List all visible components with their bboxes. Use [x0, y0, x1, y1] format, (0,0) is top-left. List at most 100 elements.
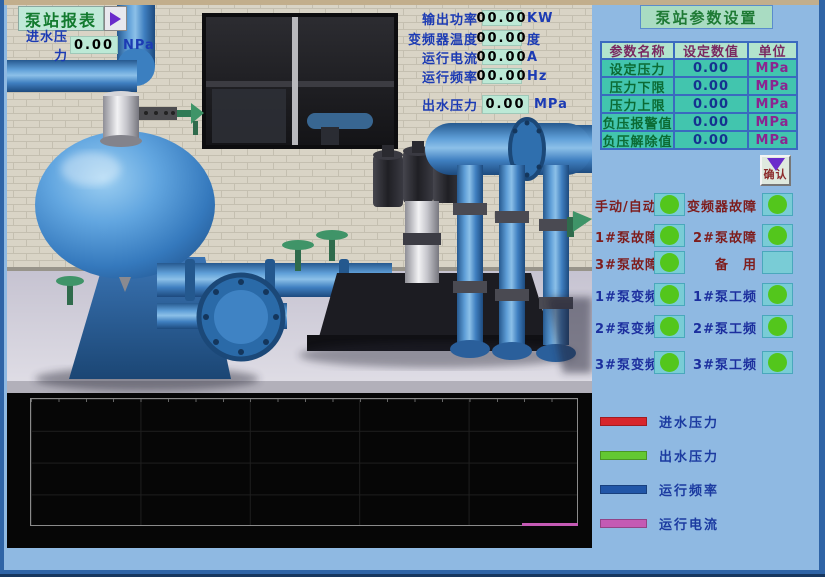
pump2-mains-label: 2#泵工频 [687, 318, 757, 337]
pump2-mains-lamp [762, 315, 793, 338]
outlet-pressure-row: 出水压力 0.00 MPa [422, 95, 568, 113]
pump2-fault-label: 2#泵故障 [687, 227, 757, 246]
lamp-on [660, 317, 679, 336]
outlet-pressure-value: 0.00 [482, 95, 529, 114]
legend-item: 运行频率 [600, 481, 719, 497]
legend-swatch-inlet [600, 417, 647, 426]
legend-label: 进水压力 [659, 412, 719, 431]
param-name: 压力上限 [601, 95, 674, 113]
legend-item: 出水压力 [600, 447, 719, 463]
legend-item: 运行电流 [600, 515, 719, 531]
status-row: 1#泵故障 2#泵故障 [595, 224, 797, 247]
inlet-pressure-label: 进水压力 [14, 26, 68, 64]
lamp-on [660, 285, 679, 304]
pump2-vfd-lamp [654, 315, 685, 338]
legend-swatch-outlet [600, 451, 647, 460]
pump3-mains-label: 3#泵工频 [687, 354, 757, 373]
outlet-pressure-unit: MPa [534, 97, 568, 112]
pump1-vfd-label: 1#泵变频 [595, 286, 651, 305]
status-row: 3#泵变频 3#泵工频 [595, 351, 797, 374]
top-frame-strip [0, 0, 825, 5]
param-value-field[interactable]: 0.00 [674, 77, 748, 95]
vfd-temp-label: 变频器温度 [395, 29, 478, 48]
pump-body-stainless [403, 201, 441, 283]
param-name: 压力下限 [601, 77, 674, 95]
inlet-pressure-value: 0.00 [70, 36, 118, 54]
trend-plot-area [30, 398, 578, 526]
spare-label: 备 用 [687, 254, 757, 273]
output-power-value: 00.00 [482, 10, 522, 26]
pump1-fault-label: 1#泵故障 [595, 227, 651, 246]
param-table-header: 设定数值 [674, 42, 748, 59]
param-value-field[interactable]: 0.00 [674, 131, 748, 149]
pump1-mains-lamp [762, 283, 793, 306]
manual-auto-label: 手动/自动 [595, 196, 651, 215]
confirm-button[interactable]: 确认 [760, 155, 791, 186]
pump1-vfd-lamp [654, 283, 685, 306]
readout-row: 运行电流 00.00 A [395, 48, 538, 66]
run-current-value: 00.00 [482, 49, 522, 65]
lamp-on [768, 285, 787, 304]
pump3-vfd-label: 3#泵变频 [595, 354, 651, 373]
spare-lamp-empty [762, 251, 793, 274]
pump3-fault-label: 3#泵故障 [595, 254, 651, 273]
param-unit: MPa [748, 131, 797, 149]
param-table: 参数名称 设定数值 单位 设定压力 0.00 MPa 压力下限 0.00 MPa… [600, 41, 798, 150]
readout-row: 运行频率 00.00 Hz [395, 67, 547, 85]
lamp-on [768, 226, 787, 245]
pump-shadow [299, 342, 575, 368]
run-current-label: 运行电流 [395, 48, 478, 67]
frame-border [819, 0, 825, 577]
pump1-mains-label: 1#泵工频 [687, 286, 757, 305]
legend-swatch-current [600, 519, 647, 528]
legend-label: 运行频率 [659, 480, 719, 499]
inlet-pressure-row: 进水压力 0.00 NPa [14, 36, 155, 54]
lamp-on [768, 195, 787, 214]
output-power-unit: KW [527, 11, 553, 26]
pump-station-hmi: 泵站报表 进水压力 0.00 NPa 输出功率 00.00 KW 变频器温度 0… [0, 0, 825, 577]
run-freq-label: 运行频率 [395, 67, 478, 86]
trend-chart [7, 393, 592, 548]
current-trace-line [522, 523, 578, 526]
param-value-field[interactable]: 0.00 [674, 95, 748, 113]
axis-ticks [31, 399, 577, 402]
lamp-on [660, 226, 679, 245]
lamp-on [768, 353, 787, 372]
vfd-temp-unit: 度 [527, 29, 541, 48]
outlet-pressure-label: 出水压力 [422, 95, 478, 114]
pump2-fault-lamp [762, 224, 793, 247]
param-table-header: 单位 [748, 42, 797, 59]
readout-row: 输出功率 00.00 KW [395, 9, 553, 27]
pump3-mains-lamp [762, 351, 793, 374]
vfd-fault-lamp [762, 193, 793, 216]
readout-row: 变频器温度 00.00 度 [395, 29, 541, 47]
frame-border [0, 0, 4, 577]
param-unit: MPa [748, 113, 797, 131]
lamp-on [660, 253, 679, 272]
lamp-on [768, 317, 787, 336]
param-value-field[interactable]: 0.00 [674, 59, 748, 77]
pressure-tank [35, 131, 215, 279]
window [202, 13, 398, 149]
pump3-vfd-lamp [654, 351, 685, 374]
confirm-button-label: 确认 [764, 169, 788, 180]
run-freq-value: 00.00 [482, 68, 522, 84]
inlet-pressure-unit: NPa [123, 38, 155, 53]
param-name: 负压报警值 [601, 113, 674, 131]
report-open-button[interactable] [104, 6, 127, 31]
pump3-fault-lamp [654, 251, 685, 274]
play-icon [110, 12, 121, 26]
status-row: 1#泵变频 1#泵工频 [595, 283, 797, 306]
vfd-fault-label: 变频器故障 [687, 196, 757, 215]
status-row: 2#泵变频 2#泵工频 [595, 315, 797, 338]
run-freq-unit: Hz [527, 69, 547, 84]
manual-auto-lamp [654, 193, 685, 216]
tank-highlight [61, 152, 121, 186]
pump2-vfd-label: 2#泵变频 [595, 318, 651, 337]
param-unit: MPa [748, 95, 797, 113]
lamp-on [660, 353, 679, 372]
lamp-on [660, 195, 679, 214]
param-value-field[interactable]: 0.00 [674, 113, 748, 131]
legend-label: 运行电流 [659, 514, 719, 533]
param-unit: MPa [748, 59, 797, 77]
